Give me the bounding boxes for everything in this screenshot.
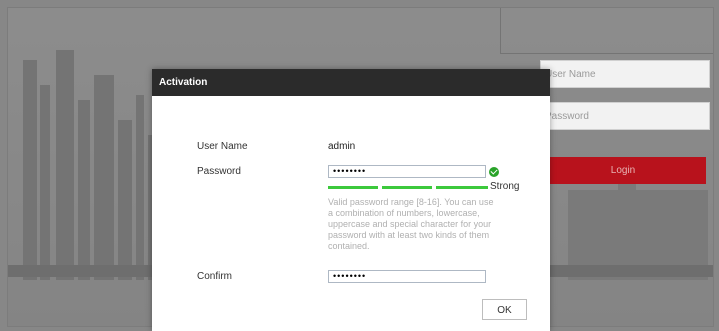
- dialog-title: Activation: [152, 69, 550, 96]
- check-icon: [489, 167, 499, 177]
- strength-segment-1: [328, 186, 378, 189]
- username-value: admin: [328, 141, 356, 152]
- activation-dialog: Activation User Name admin Password ••••…: [152, 69, 550, 331]
- background-login-button: Login: [540, 157, 706, 184]
- confirm-input[interactable]: ••••••••: [328, 270, 486, 283]
- background-username-input: User Name: [540, 60, 710, 88]
- strength-label: Strong: [490, 181, 520, 192]
- password-label: Password: [197, 166, 241, 177]
- username-label: User Name: [197, 141, 248, 152]
- strength-segment-2: [382, 186, 432, 189]
- password-hint: Valid password range [8-16]. You can use…: [328, 197, 494, 251]
- background-password-input: Password: [540, 102, 710, 130]
- confirm-label: Confirm: [197, 271, 233, 282]
- password-input[interactable]: ••••••••: [328, 165, 486, 178]
- ok-button[interactable]: OK: [482, 299, 527, 320]
- strength-segment-3: [436, 186, 488, 189]
